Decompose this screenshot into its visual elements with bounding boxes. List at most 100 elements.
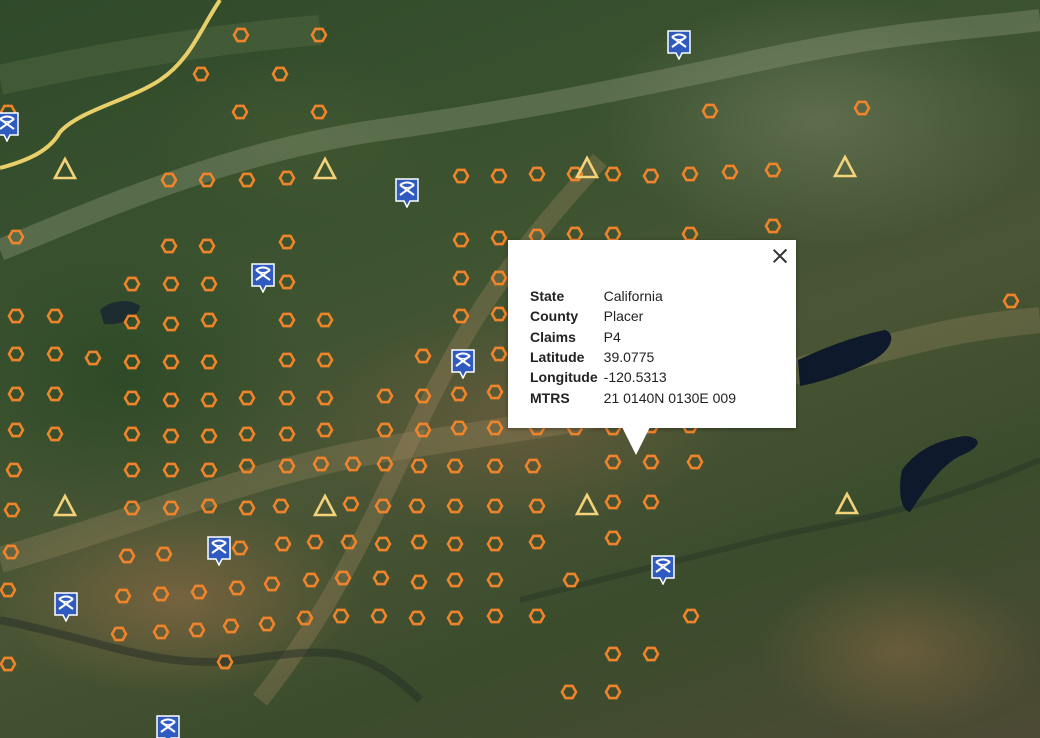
hexagon-claim-marker[interactable] [408, 498, 426, 514]
hexagon-claim-marker[interactable] [524, 458, 542, 474]
hexagon-claim-marker[interactable] [238, 426, 256, 442]
hexagon-claim-marker[interactable] [721, 164, 739, 180]
hexagon-claim-marker[interactable] [190, 584, 208, 600]
triangle-marker[interactable] [832, 154, 858, 178]
hexagon-claim-marker[interactable] [486, 608, 504, 624]
hexagon-claim-marker[interactable] [278, 170, 296, 186]
hexagon-claim-marker[interactable] [452, 168, 470, 184]
hexagon-claim-marker[interactable] [271, 66, 289, 82]
hexagon-claim-marker[interactable] [490, 230, 508, 246]
hexagon-claim-marker[interactable] [681, 226, 699, 242]
hexagon-claim-marker[interactable] [370, 608, 388, 624]
hexagon-claim-marker[interactable] [7, 308, 25, 324]
hexagon-claim-marker[interactable] [452, 308, 470, 324]
hexagon-claim-marker[interactable] [316, 352, 334, 368]
hexagon-claim-marker[interactable] [200, 462, 218, 478]
hexagon-claim-marker[interactable] [408, 610, 426, 626]
hexagon-claim-marker[interactable] [123, 276, 141, 292]
hexagon-claim-marker[interactable] [452, 232, 470, 248]
hexagon-claim-marker[interactable] [110, 626, 128, 642]
hexagon-claim-marker[interactable] [316, 390, 334, 406]
hexagon-claim-marker[interactable] [274, 536, 292, 552]
hexagon-claim-marker[interactable] [528, 534, 546, 550]
hexagon-claim-marker[interactable] [604, 530, 622, 546]
hexagon-claim-marker[interactable] [238, 172, 256, 188]
hexagon-claim-marker[interactable] [642, 494, 660, 510]
hexagon-claim-marker[interactable] [192, 66, 210, 82]
pickaxe-mine-icon[interactable] [0, 112, 19, 143]
pickaxe-mine-icon[interactable] [251, 263, 275, 294]
hexagon-claim-marker[interactable] [198, 238, 216, 254]
triangle-marker[interactable] [834, 491, 860, 515]
hexagon-claim-marker[interactable] [123, 390, 141, 406]
pickaxe-mine-icon[interactable] [395, 178, 419, 209]
hexagon-claim-marker[interactable] [0, 656, 17, 672]
hexagon-claim-marker[interactable] [410, 534, 428, 550]
hexagon-claim-marker[interactable] [528, 498, 546, 514]
hexagon-claim-marker[interactable] [5, 462, 23, 478]
hexagon-claim-marker[interactable] [604, 684, 622, 700]
hexagon-claim-marker[interactable] [0, 582, 17, 598]
hexagon-claim-marker[interactable] [258, 616, 276, 632]
hexagon-claim-marker[interactable] [231, 540, 249, 556]
hexagon-claim-marker[interactable] [278, 312, 296, 328]
triangle-marker[interactable] [52, 493, 78, 517]
hexagon-claim-marker[interactable] [566, 226, 584, 242]
hexagon-claim-marker[interactable] [238, 390, 256, 406]
close-icon[interactable] [770, 246, 790, 266]
hexagon-claim-marker[interactable] [486, 572, 504, 588]
hexagon-claim-marker[interactable] [123, 314, 141, 330]
hexagon-claim-marker[interactable] [200, 312, 218, 328]
hexagon-claim-marker[interactable] [46, 308, 64, 324]
triangle-marker[interactable] [312, 493, 338, 517]
hexagon-claim-marker[interactable] [604, 494, 622, 510]
hexagon-claim-marker[interactable] [604, 226, 622, 242]
satellite-map[interactable]: State California County Placer Claims P4… [0, 0, 1040, 738]
hexagon-claim-marker[interactable] [46, 386, 64, 402]
hexagon-claim-marker[interactable] [231, 104, 249, 120]
pickaxe-mine-icon[interactable] [451, 349, 475, 380]
triangle-marker[interactable] [574, 492, 600, 516]
pickaxe-mine-icon[interactable] [54, 592, 78, 623]
hexagon-claim-marker[interactable] [123, 462, 141, 478]
hexagon-claim-marker[interactable] [188, 622, 206, 638]
hexagon-claim-marker[interactable] [152, 586, 170, 602]
hexagon-claim-marker[interactable] [604, 454, 622, 470]
hexagon-claim-marker[interactable] [376, 388, 394, 404]
hexagon-claim-marker[interactable] [764, 218, 782, 234]
hexagon-claim-marker[interactable] [486, 458, 504, 474]
hexagon-claim-marker[interactable] [46, 426, 64, 442]
hexagon-claim-marker[interactable] [162, 392, 180, 408]
triangle-marker[interactable] [52, 156, 78, 180]
hexagon-claim-marker[interactable] [446, 536, 464, 552]
hexagon-claim-marker[interactable] [123, 426, 141, 442]
hexagon-claim-marker[interactable] [642, 646, 660, 662]
hexagon-claim-marker[interactable] [7, 422, 25, 438]
hexagon-claim-marker[interactable] [486, 384, 504, 400]
hexagon-claim-marker[interactable] [118, 548, 136, 564]
hexagon-claim-marker[interactable] [410, 458, 428, 474]
hexagon-claim-marker[interactable] [372, 570, 390, 586]
hexagon-claim-marker[interactable] [228, 580, 246, 596]
hexagon-claim-marker[interactable] [278, 352, 296, 368]
hexagon-claim-marker[interactable] [374, 536, 392, 552]
hexagon-claim-marker[interactable] [701, 103, 719, 119]
hexagon-claim-marker[interactable] [342, 496, 360, 512]
hexagon-claim-marker[interactable] [272, 498, 290, 514]
hexagon-claim-marker[interactable] [490, 306, 508, 322]
hexagon-claim-marker[interactable] [604, 646, 622, 662]
hexagon-claim-marker[interactable] [310, 104, 328, 120]
hexagon-claim-marker[interactable] [764, 162, 782, 178]
hexagon-claim-marker[interactable] [681, 166, 699, 182]
hexagon-claim-marker[interactable] [7, 346, 25, 362]
hexagon-claim-marker[interactable] [686, 454, 704, 470]
hexagon-claim-marker[interactable] [446, 610, 464, 626]
hexagon-claim-marker[interactable] [222, 618, 240, 634]
hexagon-claim-marker[interactable] [162, 354, 180, 370]
hexagon-claim-marker[interactable] [162, 428, 180, 444]
hexagon-claim-marker[interactable] [123, 354, 141, 370]
hexagon-claim-marker[interactable] [200, 354, 218, 370]
hexagon-claim-marker[interactable] [316, 312, 334, 328]
hexagon-claim-marker[interactable] [278, 390, 296, 406]
hexagon-claim-marker[interactable] [446, 498, 464, 514]
